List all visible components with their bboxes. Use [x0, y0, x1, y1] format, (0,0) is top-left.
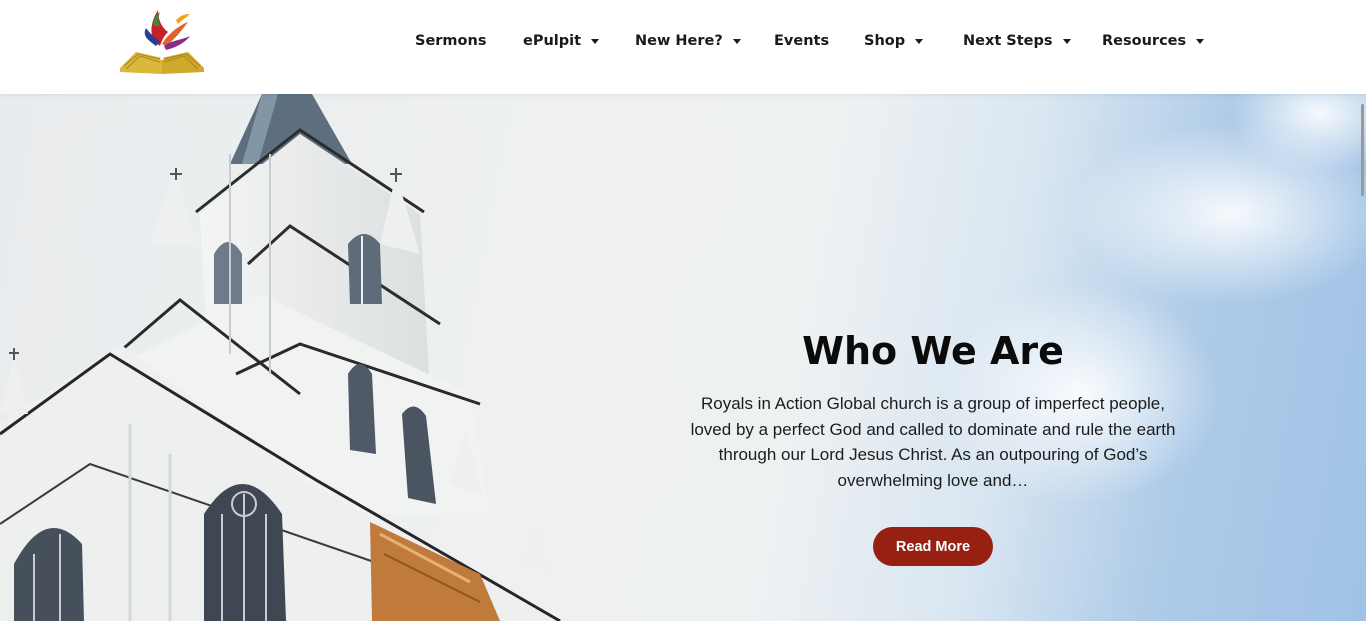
caret-down-icon — [591, 38, 600, 44]
page-scrollbar[interactable] — [1361, 104, 1364, 196]
caret-down-icon — [1062, 38, 1071, 44]
nav-resources[interactable]: Resources — [1102, 30, 1205, 52]
nav-label: Next Steps — [963, 33, 1053, 49]
main-navigation: Sermons ePulpit New Here? Events Shop Ne… — [0, 0, 1366, 82]
nav-shop[interactable]: Shop — [864, 30, 924, 52]
caret-down-icon — [732, 38, 741, 44]
read-more-button[interactable]: Read More — [873, 527, 993, 566]
section-title: Who We Are — [802, 329, 1064, 373]
nav-next-steps[interactable]: Next Steps — [963, 30, 1071, 52]
site-header: Sermons ePulpit New Here? Events Shop Ne… — [0, 0, 1366, 94]
caret-down-icon — [915, 38, 924, 44]
nav-new-here[interactable]: New Here? — [635, 30, 741, 52]
hero-section: Who We Are Royals in Action Global churc… — [0, 94, 1366, 621]
nav-sermons[interactable]: Sermons — [415, 30, 486, 52]
nav-label: Sermons — [415, 33, 487, 49]
nav-label: Resources — [1102, 33, 1187, 49]
nav-label: Shop — [864, 33, 906, 49]
nav-label: ePulpit — [523, 33, 582, 49]
section-description: Royals in Action Global church is a grou… — [690, 394, 1176, 490]
nav-label: New Here? — [635, 33, 723, 49]
nav-epulpit[interactable]: ePulpit — [523, 30, 600, 52]
caret-down-icon — [1196, 38, 1205, 44]
nav-events[interactable]: Events — [774, 30, 829, 52]
nav-label: Events — [774, 33, 830, 49]
